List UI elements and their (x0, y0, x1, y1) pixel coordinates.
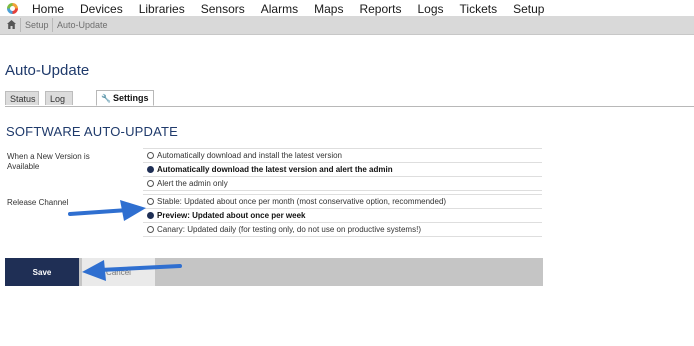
radio-button[interactable] (147, 226, 154, 233)
page-title: Auto-Update (5, 62, 90, 79)
app-logo-icon[interactable] (7, 3, 18, 14)
annotation-arrow-release-channel (68, 200, 146, 221)
new-version-label: When a New Version is Available (7, 152, 90, 172)
radio-option-install[interactable]: Automatically download and install the l… (143, 149, 542, 163)
nav-item-logs[interactable]: Logs (417, 2, 443, 16)
breadcrumb-separator (52, 18, 53, 32)
radio-option-label: Automatically download the latest versio… (157, 165, 393, 174)
breadcrumb-item-setup[interactable]: Setup (25, 20, 49, 30)
home-icon[interactable] (6, 19, 17, 30)
radio-option-download-alert[interactable]: Automatically download the latest versio… (143, 163, 542, 177)
release-channel-label: Release Channel (7, 198, 69, 207)
nav-item-libraries[interactable]: Libraries (139, 2, 185, 16)
radio-button[interactable] (147, 198, 154, 205)
radio-button-selected[interactable] (147, 166, 154, 173)
nav-item-home[interactable]: Home (32, 2, 64, 16)
radio-option-label: Canary: Updated daily (for testing only,… (157, 225, 421, 234)
breadcrumb-separator (20, 18, 21, 32)
section-title: SOFTWARE AUTO-UPDATE (6, 124, 179, 139)
radio-button[interactable] (147, 152, 154, 159)
radio-option-alert-only[interactable]: Alert the admin only (143, 177, 542, 191)
nav-item-alarms[interactable]: Alarms (261, 2, 298, 16)
cancel-button[interactable]: Cancel (82, 258, 155, 286)
radio-option-label: Preview: Updated about once per week (157, 211, 306, 220)
tab-status[interactable]: Status (5, 91, 39, 105)
new-version-label-line2: Available (7, 162, 40, 171)
tab-settings[interactable]: 🔧 Settings (96, 90, 154, 106)
nav-item-devices[interactable]: Devices (80, 2, 123, 16)
release-channel-radio-group: Stable: Updated about once per month (mo… (143, 194, 542, 237)
radio-option-stable[interactable]: Stable: Updated about once per month (mo… (143, 195, 542, 209)
new-version-radio-group: Automatically download and install the l… (143, 148, 542, 191)
top-navigation: Home Devices Libraries Sensors Alarms Ma… (0, 0, 694, 16)
radio-option-canary[interactable]: Canary: Updated daily (for testing only,… (143, 223, 542, 237)
nav-item-maps[interactable]: Maps (314, 2, 343, 16)
main-menu: Home Devices Libraries Sensors Alarms Ma… (24, 2, 552, 16)
radio-option-label: Stable: Updated about once per month (mo… (157, 197, 447, 206)
wrench-icon: 🔧 (101, 94, 111, 103)
new-version-label-line1: When a New Version is (7, 152, 90, 161)
save-button[interactable]: Save (5, 258, 79, 286)
nav-item-reports[interactable]: Reports (359, 2, 401, 16)
radio-option-preview[interactable]: Preview: Updated about once per week (143, 209, 542, 223)
radio-button-selected[interactable] (147, 212, 154, 219)
breadcrumb-item-auto-update[interactable]: Auto-Update (57, 20, 108, 30)
radio-button[interactable] (147, 180, 154, 187)
radio-option-label: Alert the admin only (157, 179, 228, 188)
nav-item-tickets[interactable]: Tickets (460, 2, 498, 16)
tab-log[interactable]: Log (45, 91, 73, 105)
tab-settings-label: Settings (112, 93, 149, 103)
nav-item-setup[interactable]: Setup (513, 2, 544, 16)
breadcrumb: Setup Auto-Update (0, 16, 694, 35)
form-button-bar: Save Cancel (5, 258, 543, 286)
radio-option-label: Automatically download and install the l… (157, 151, 342, 160)
tab-bar: Status Log 🔧 Settings (5, 90, 694, 107)
nav-item-sensors[interactable]: Sensors (201, 2, 245, 16)
